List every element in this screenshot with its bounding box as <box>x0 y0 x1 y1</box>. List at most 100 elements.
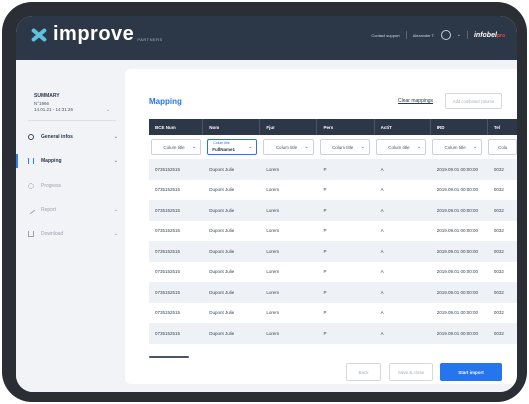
sidebar-item-mapping[interactable]: Mapping ⌄ <box>28 154 118 168</box>
column-header: Tel <box>493 124 501 130</box>
table-row[interactable]: 0735152515 Dupont Julie Lorem P A 2019.09.01 … <box>149 261 517 282</box>
table-row[interactable]: 0735152515 Dupont Julie Lorem P A 2019.09.01 … <box>149 241 517 262</box>
table-cell: 0735152515 <box>155 187 181 193</box>
table-cell: Lorem <box>266 248 280 254</box>
table-cell: 0735152515 <box>155 228 181 234</box>
table-row[interactable]: 0735152515 Dupont Julie Lorem P A 2019.09.01 … <box>149 323 517 344</box>
table-cell: 2019.09.01 00:00:00 <box>436 310 479 316</box>
table-cell: 0032 <box>493 187 504 193</box>
top-right-area: Contact support Alexander T. ⌄ infobelpr… <box>371 30 505 40</box>
logo-subtitle: PARTNERS <box>137 36 163 42</box>
chevron-down-icon: ⌄ <box>360 144 365 150</box>
table-cell: P <box>323 330 327 336</box>
column-select[interactable]: Colum title ⌄ <box>151 139 202 155</box>
mapping-table: BCE Num Nom Fjur Pers ActiT IRD Tel Colu… <box>149 119 517 344</box>
table-cell: 0735152515 <box>155 310 181 316</box>
column-header: ActiT <box>375 119 431 135</box>
table-cell: A <box>380 310 384 316</box>
gear-icon <box>28 134 34 140</box>
table-cell: Dupont Julie <box>209 187 235 193</box>
improve-logo[interactable]: improve PARTNERS <box>30 23 163 46</box>
table-row[interactable]: 0735152515 Dupont Julie Lorem P A 2019.09.01 … <box>149 200 517 221</box>
summary-number: N°1966 <box>34 101 50 106</box>
horizontal-scrollbar[interactable] <box>149 356 189 358</box>
table-cell: Lorem <box>266 187 280 193</box>
table-cell: A <box>380 207 384 213</box>
sidebar-item-progress[interactable]: Progress <box>28 179 118 193</box>
logo-word: improve <box>53 23 135 45</box>
chevron-down-icon: ⌄ <box>192 144 197 150</box>
table-cell: 2019.09.01 00:00:00 <box>436 207 479 213</box>
summary-date: 14.01.21 - 14:31:26 <box>34 107 74 112</box>
table-cell: Dupont Julie <box>209 166 235 172</box>
chevron-down-icon: ⌄ <box>113 134 118 140</box>
app-screen: improve PARTNERS Contact support Alexand… <box>16 16 517 392</box>
table-cell: 0735152515 <box>155 207 181 213</box>
table-cell: P <box>323 248 327 254</box>
table-cell: Lorem <box>266 207 280 213</box>
table-cell: 0032 <box>493 330 504 336</box>
column-header: Nom <box>203 119 261 135</box>
table-cell: 2019.09.01 00:00:00 <box>436 228 479 234</box>
column-select[interactable]: Colum title FullName1 ⌄ <box>207 139 258 155</box>
table-cell: 2019.09.01 00:00:00 <box>436 248 479 254</box>
table-cell: 0735152515 <box>155 248 181 254</box>
table-cell: 0735152515 <box>155 166 181 172</box>
table-cell: 0735152515 <box>155 330 181 336</box>
save-close-button[interactable]: Save & close <box>389 363 433 381</box>
table-cell: P <box>323 269 327 275</box>
chevron-down-icon: ⌄ <box>304 144 309 150</box>
user-avatar-icon[interactable] <box>440 30 451 40</box>
column-select[interactable]: Colum title ⌄ <box>432 139 483 155</box>
table-cell: P <box>323 289 327 295</box>
column-select[interactable]: Colum title ⌄ <box>375 139 427 155</box>
chevron-down-icon[interactable]: ⌄ <box>106 107 110 113</box>
table-row[interactable]: 0735152515 Dupont Julie Lorem P A 2019.09.01 … <box>149 302 517 323</box>
chevron-down-icon[interactable]: ⌄ <box>457 32 461 38</box>
column-select[interactable]: Colu <box>488 139 517 155</box>
table-cell: Lorem <box>266 269 280 275</box>
contact-support-link[interactable]: Contact support <box>371 33 399 38</box>
table-row[interactable]: 0735152515 Dupont Julie Lorem P A 2019.09.01 … <box>149 179 517 200</box>
table-row[interactable]: 0735152515 Dupont Julie Lorem P A 2019.09.01 … <box>149 282 517 303</box>
download-icon <box>28 231 34 237</box>
table-row[interactable]: 0735152515 Dupont Julie Lorem P A 2019.09.01 … <box>149 159 517 180</box>
mapping-card: Mapping Clear mappings Add combined colu… <box>125 69 517 384</box>
column-select[interactable]: Colum title ⌄ <box>263 139 314 155</box>
table-cell: Dupont Julie <box>209 269 235 275</box>
top-bar: improve PARTNERS Contact support Alexand… <box>16 16 517 60</box>
sidebar-item-report[interactable]: Report ⌄ <box>26 203 118 217</box>
logo-x-icon <box>30 26 48 44</box>
user-name[interactable]: Alexander T. <box>413 33 435 38</box>
table-cell: 2019.09.01 00:00:00 <box>436 166 479 172</box>
add-combined-column-button[interactable]: Add combined column <box>445 93 502 109</box>
table-cell: 2019.09.01 00:00:00 <box>436 330 479 336</box>
table-cell: A <box>380 289 384 295</box>
start-import-button[interactable]: Start import <box>440 363 502 381</box>
infobel-logo: infobelpro <box>473 31 505 39</box>
report-icon <box>26 205 36 215</box>
divider <box>28 120 116 121</box>
column-header: Pers <box>317 119 375 135</box>
table-cell: A <box>380 228 384 234</box>
sidebar-item-general-infos[interactable]: General infos ⌄ <box>28 130 118 144</box>
table-cell: P <box>323 166 327 172</box>
active-indicator <box>16 154 18 168</box>
chevron-down-icon: ⌄ <box>416 144 422 150</box>
table-cell: Dupont Julie <box>209 228 235 234</box>
column-header: BCE Num <box>149 119 204 135</box>
clear-mappings-link[interactable]: Clear mappings <box>398 98 433 104</box>
back-button[interactable]: Back <box>346 363 381 381</box>
table-row[interactable]: 0735152515 Dupont Julie Lorem P A 2019.09.01 … <box>149 220 517 241</box>
table-cell: P <box>323 187 327 193</box>
table-cell: P <box>323 310 327 316</box>
column-select[interactable]: Colum title ⌄ <box>319 139 370 155</box>
sidebar-item-download[interactable]: Download ⌄ <box>28 227 118 241</box>
divider <box>405 31 407 39</box>
table-cell: 0735152515 <box>155 289 181 295</box>
divider <box>466 31 468 39</box>
column-select-row: Colum title ⌄ Colum title FullName1 ⌄ Colum… <box>149 135 517 159</box>
table-header: BCE Num Nom Fjur Pers ActiT IRD Tel <box>149 119 517 135</box>
table-cell: 2019.09.01 00:00:00 <box>436 187 479 193</box>
table-cell: Lorem <box>266 310 280 316</box>
